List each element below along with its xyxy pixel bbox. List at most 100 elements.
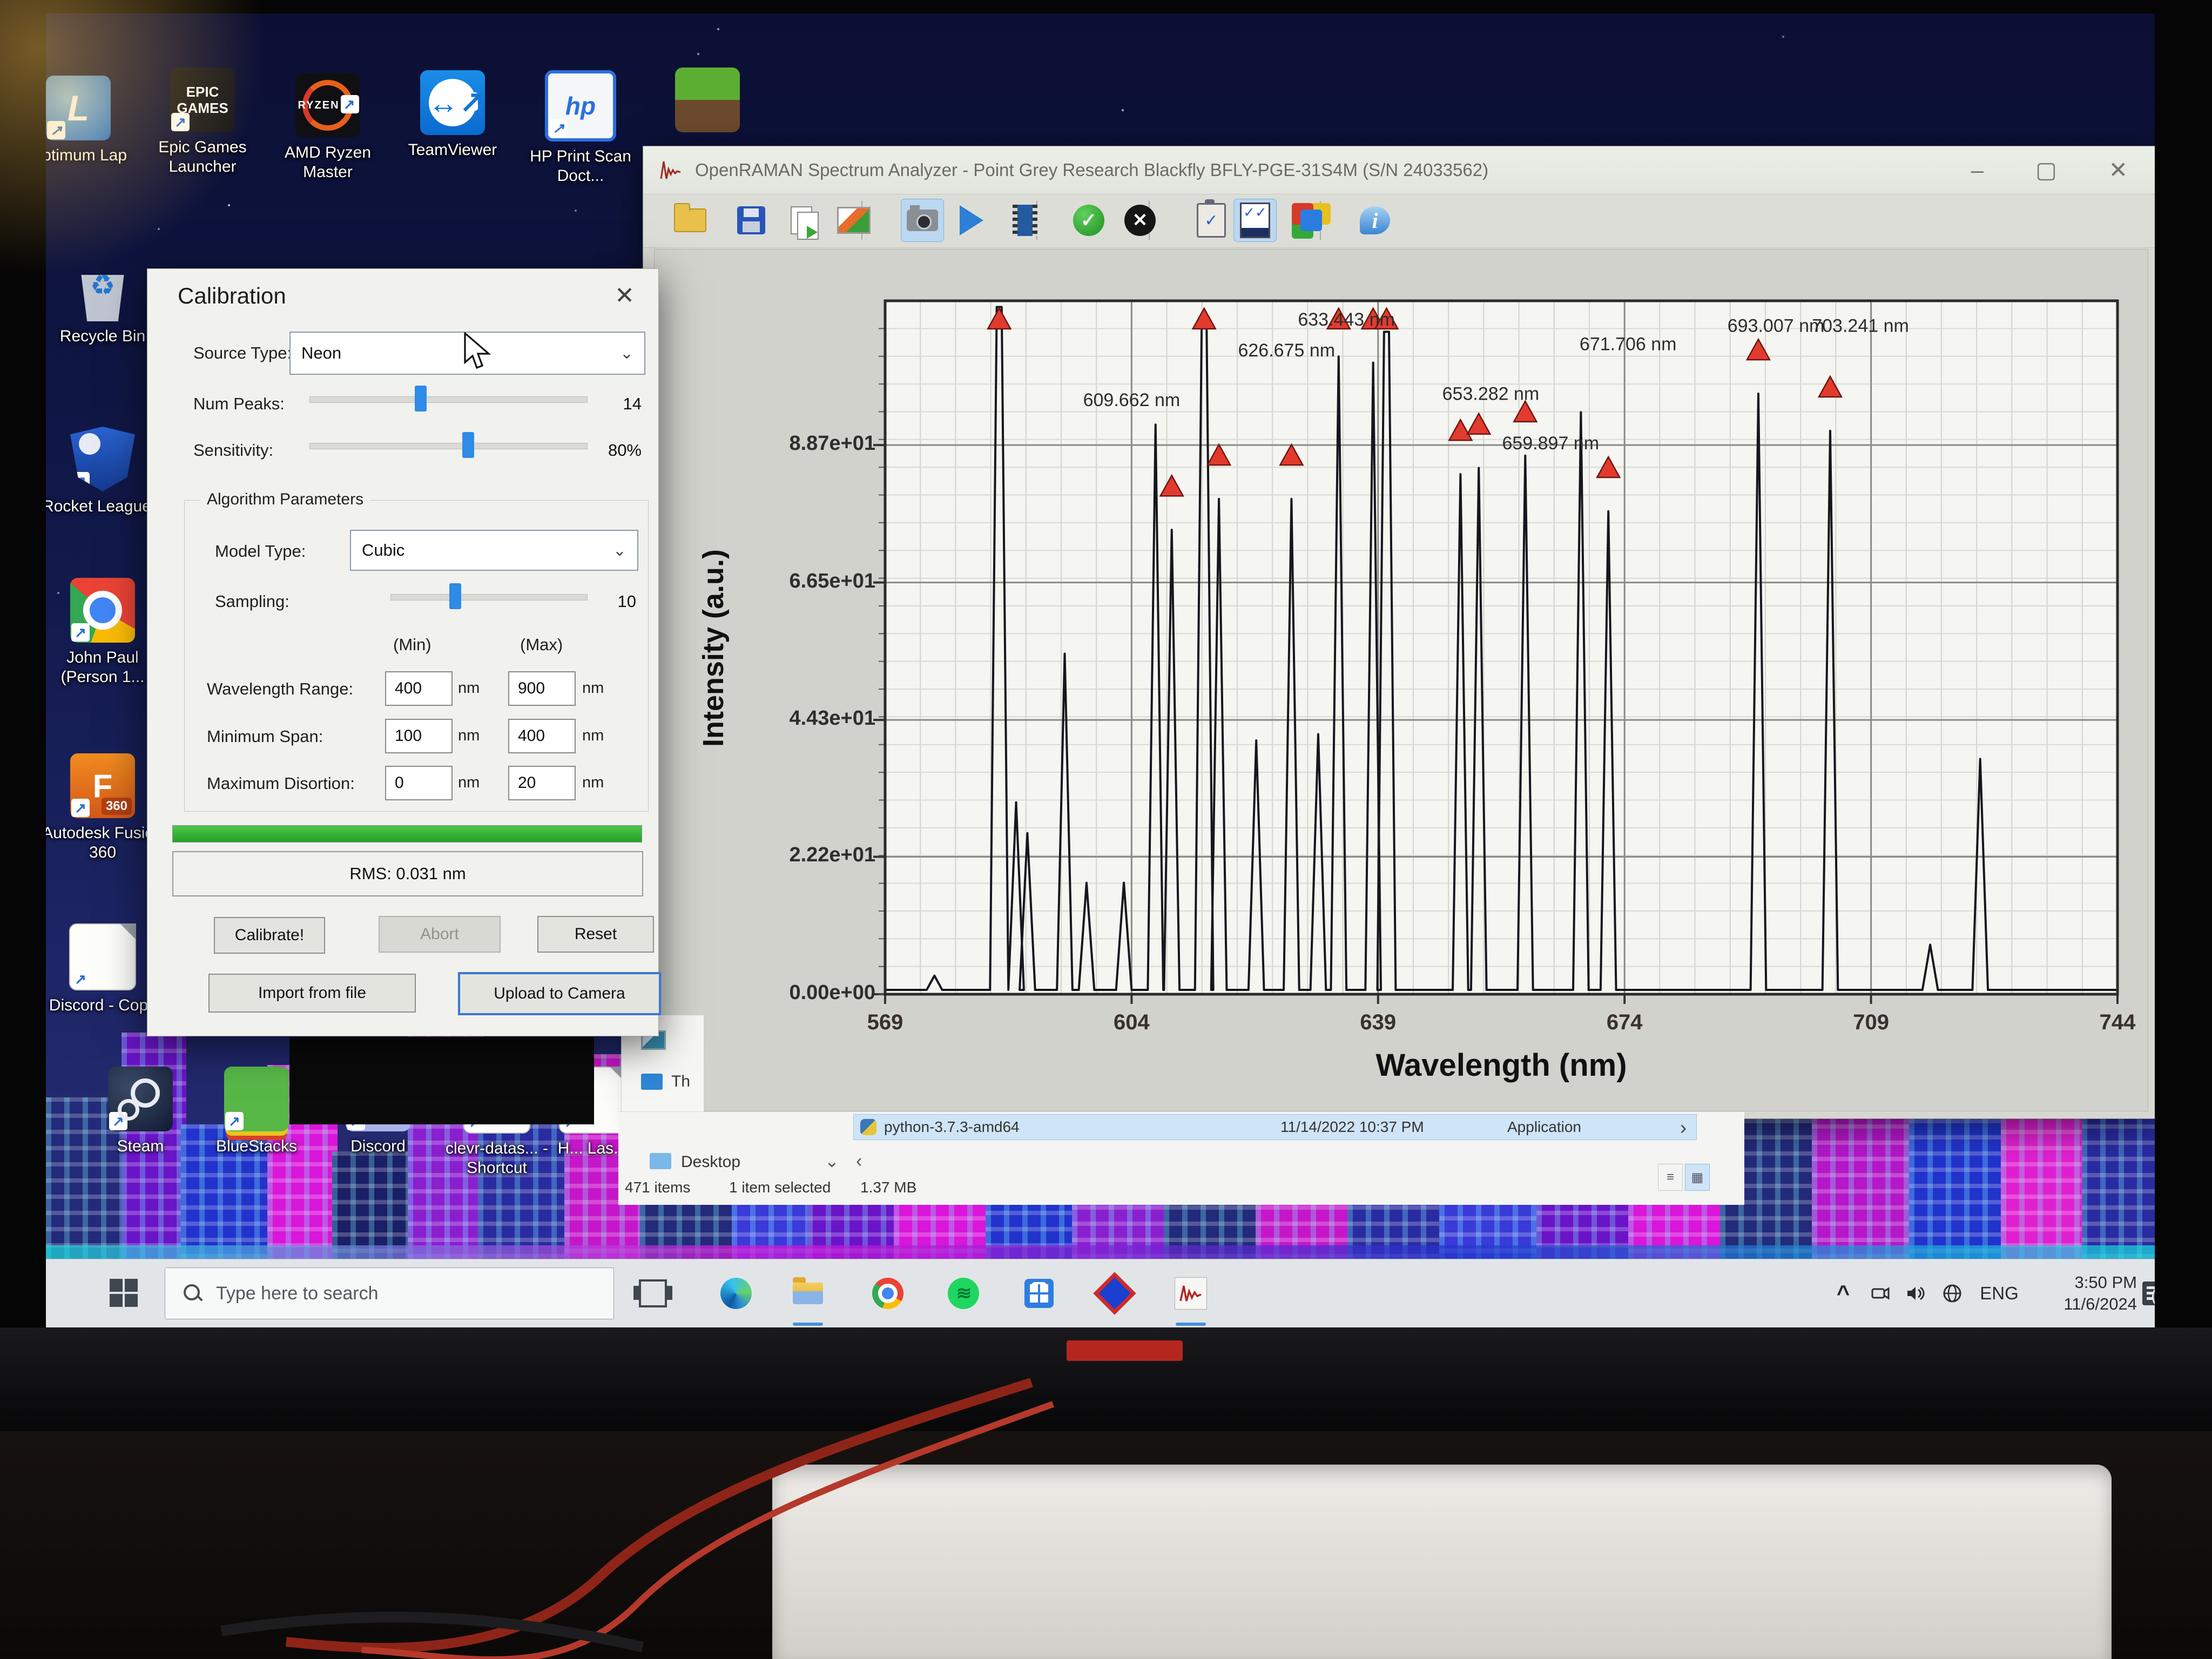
minimum-span-label: Minimum Span: [207,727,323,746]
video-record-icon[interactable] [1004,199,1046,241]
volume-icon[interactable] [1900,1259,1931,1327]
taskbar-spotify-icon[interactable]: ≋ [946,1276,981,1311]
camera-tray-icon[interactable] [1865,1259,1895,1327]
expand-chevron[interactable]: › [1680,1116,1687,1139]
sampling-slider[interactable] [390,583,588,609]
maximize-button[interactable]: ▢ [2035,159,2057,181]
shortcut-arrow-icon: ↗ [71,970,90,988]
peak-label: 671.706 nm [1580,334,1677,355]
sensitivity-slider[interactable] [309,432,588,458]
close-button[interactable]: ✕ [2109,159,2128,181]
desktop-icon-label: AMD Ryzen Master [266,143,390,182]
abort-button[interactable]: Abort [379,916,501,953]
notification-badge: 2 [2152,1284,2155,1310]
toolbar: ✓ ✕ ✓ ✓✓ i [643,194,2155,248]
span-min-input[interactable]: 100 [385,719,453,753]
clock[interactable]: 3:50 PM11/6/2024 [2029,1259,2137,1327]
x-tick-label: 569 [842,1010,928,1035]
details-view-button[interactable]: ≡ [1658,1164,1683,1191]
notification-center-icon[interactable]: 2 [2137,1259,2155,1327]
span-max-input[interactable]: 400 [508,719,576,753]
shortcut-arrow-icon: ↗ [341,95,359,113]
wavelength-min-input[interactable]: 400 [385,671,453,706]
export-image-icon[interactable] [833,199,875,241]
fusion-icon: F360↗ [70,753,135,818]
desktop-icon-optimum-lap[interactable]: L↗ Optimum Lap [46,76,140,165]
x-tick-label: 674 [1581,1010,1668,1035]
algorithm-parameters-label: Algorithm Parameters [200,490,370,509]
calibration-progress-bar [172,825,642,842]
source-type-value: Neon [301,343,341,363]
desktop-icon-minecraft[interactable] [645,68,770,132]
desktop-nav-icon[interactable] [650,1153,671,1169]
import-settings-icon[interactable]: ✓ [1190,199,1232,241]
this-pc-icon[interactable] [641,1074,663,1090]
desktop-icon-steam[interactable]: ↗ Steam [78,1067,203,1156]
model-type-select[interactable]: Cubic ⌄ [350,530,638,571]
taskbar-task-view-icon[interactable] [636,1276,670,1311]
start-button[interactable] [110,1279,138,1307]
y-tick-label: 8.87e+01 [775,432,875,455]
shortcut-arrow-icon: ↗ [71,472,90,490]
sampling-label: Sampling: [215,592,289,611]
shortcut-arrow-icon: ↗ [549,119,568,137]
back-icon[interactable]: ‹ [856,1151,862,1172]
redacted-region [289,1037,594,1124]
taskbar-edge-icon[interactable] [719,1276,753,1311]
spectrum-plot[interactable]: 609.662 nm626.675 nm633.443 nm653.282 nm… [885,301,2117,994]
desktop-icon-epic-games-launcher[interactable]: EPICGAMES↗ Epic Games Launcher [140,68,265,177]
sampling-value: 10 [598,592,636,611]
collapse-icon[interactable]: ⌄ [825,1151,839,1171]
num-peaks-label: Num Peaks: [193,394,285,414]
palette-icon[interactable] [1290,199,1332,241]
taskbar-chrome-icon[interactable] [871,1276,905,1311]
rocket-icon: ↗ [70,427,135,491]
reset-button[interactable]: Reset [537,916,654,953]
desktop-icon-hp-print-scan-doct[interactable]: hp↗ HP Print Scan Doct... [518,70,643,186]
disortion-max-input[interactable]: 20 [508,766,576,800]
cancel-icon[interactable]: ✕ [1119,199,1161,241]
taskbar-file-explorer-icon[interactable] [791,1276,825,1311]
calibrate-button[interactable]: Calibrate! [214,917,325,954]
taskbar-microsoft-store-icon[interactable] [1022,1276,1056,1311]
unit-label: nm [582,774,604,792]
shortcut-arrow-icon: ↗ [171,113,190,131]
desktop-nav-label[interactable]: Desktop [681,1153,740,1171]
titlebar[interactable]: OpenRAMAN Spectrum Analyzer - Point Grey… [643,146,2155,194]
minimize-button[interactable]: – [1971,159,1984,181]
calibration-checklist-icon[interactable]: ✓✓ [1234,199,1276,241]
page-icon: ↗ [69,923,136,990]
bluestacks-icon: ↗ [224,1067,289,1131]
camera-icon[interactable] [901,199,943,241]
import-from-file-button[interactable]: Import from file [208,974,416,1013]
taskbar-game-icon[interactable] [1097,1276,1132,1311]
selected-file-row[interactable]: python-3.7.3-amd64 11/14/2022 10:37 PM A… [853,1114,1697,1140]
copy-icon[interactable] [784,199,826,241]
open-file-icon[interactable] [669,199,711,241]
desktop-icon-amd-ryzen-master[interactable]: RYZEN↗ AMD Ryzen Master [266,73,390,182]
network-globe-icon[interactable] [1937,1259,1967,1327]
save-icon[interactable] [730,199,772,241]
dialog-close-icon[interactable]: ✕ [615,282,635,309]
wavelength-max-input[interactable]: 900 [508,671,576,706]
search-box[interactable]: Type here to search [165,1267,614,1319]
desktop-icon-label: Steam [78,1137,203,1156]
info-icon[interactable]: i [1354,199,1396,241]
taskbar-openraman-icon[interactable] [1174,1276,1208,1311]
this-pc-partial-label: Th [671,1073,690,1091]
hidden-icons-chevron[interactable]: ^ [1828,1259,1858,1327]
language-indicator[interactable]: ENG [1975,1259,2024,1327]
num-peaks-slider[interactable] [309,386,588,412]
disortion-min-input[interactable]: 0 [385,766,453,800]
thumbnail-view-button[interactable]: ▦ [1685,1164,1710,1191]
upload-to-camera-button[interactable]: Upload to Camera [458,972,661,1015]
peak-marker-icon [1819,376,1842,397]
unit-label: nm [458,679,480,697]
x-tick-label: 604 [1088,1010,1175,1035]
play-icon[interactable] [950,199,993,241]
selection-size: 1.37 MB [860,1179,916,1196]
desktop-icon-teamviewer[interactable]: ↔↗ TeamViewer [390,70,515,160]
source-type-label: Source Type: [193,343,292,363]
unit-label: nm [582,679,604,697]
accept-icon[interactable]: ✓ [1068,199,1110,241]
